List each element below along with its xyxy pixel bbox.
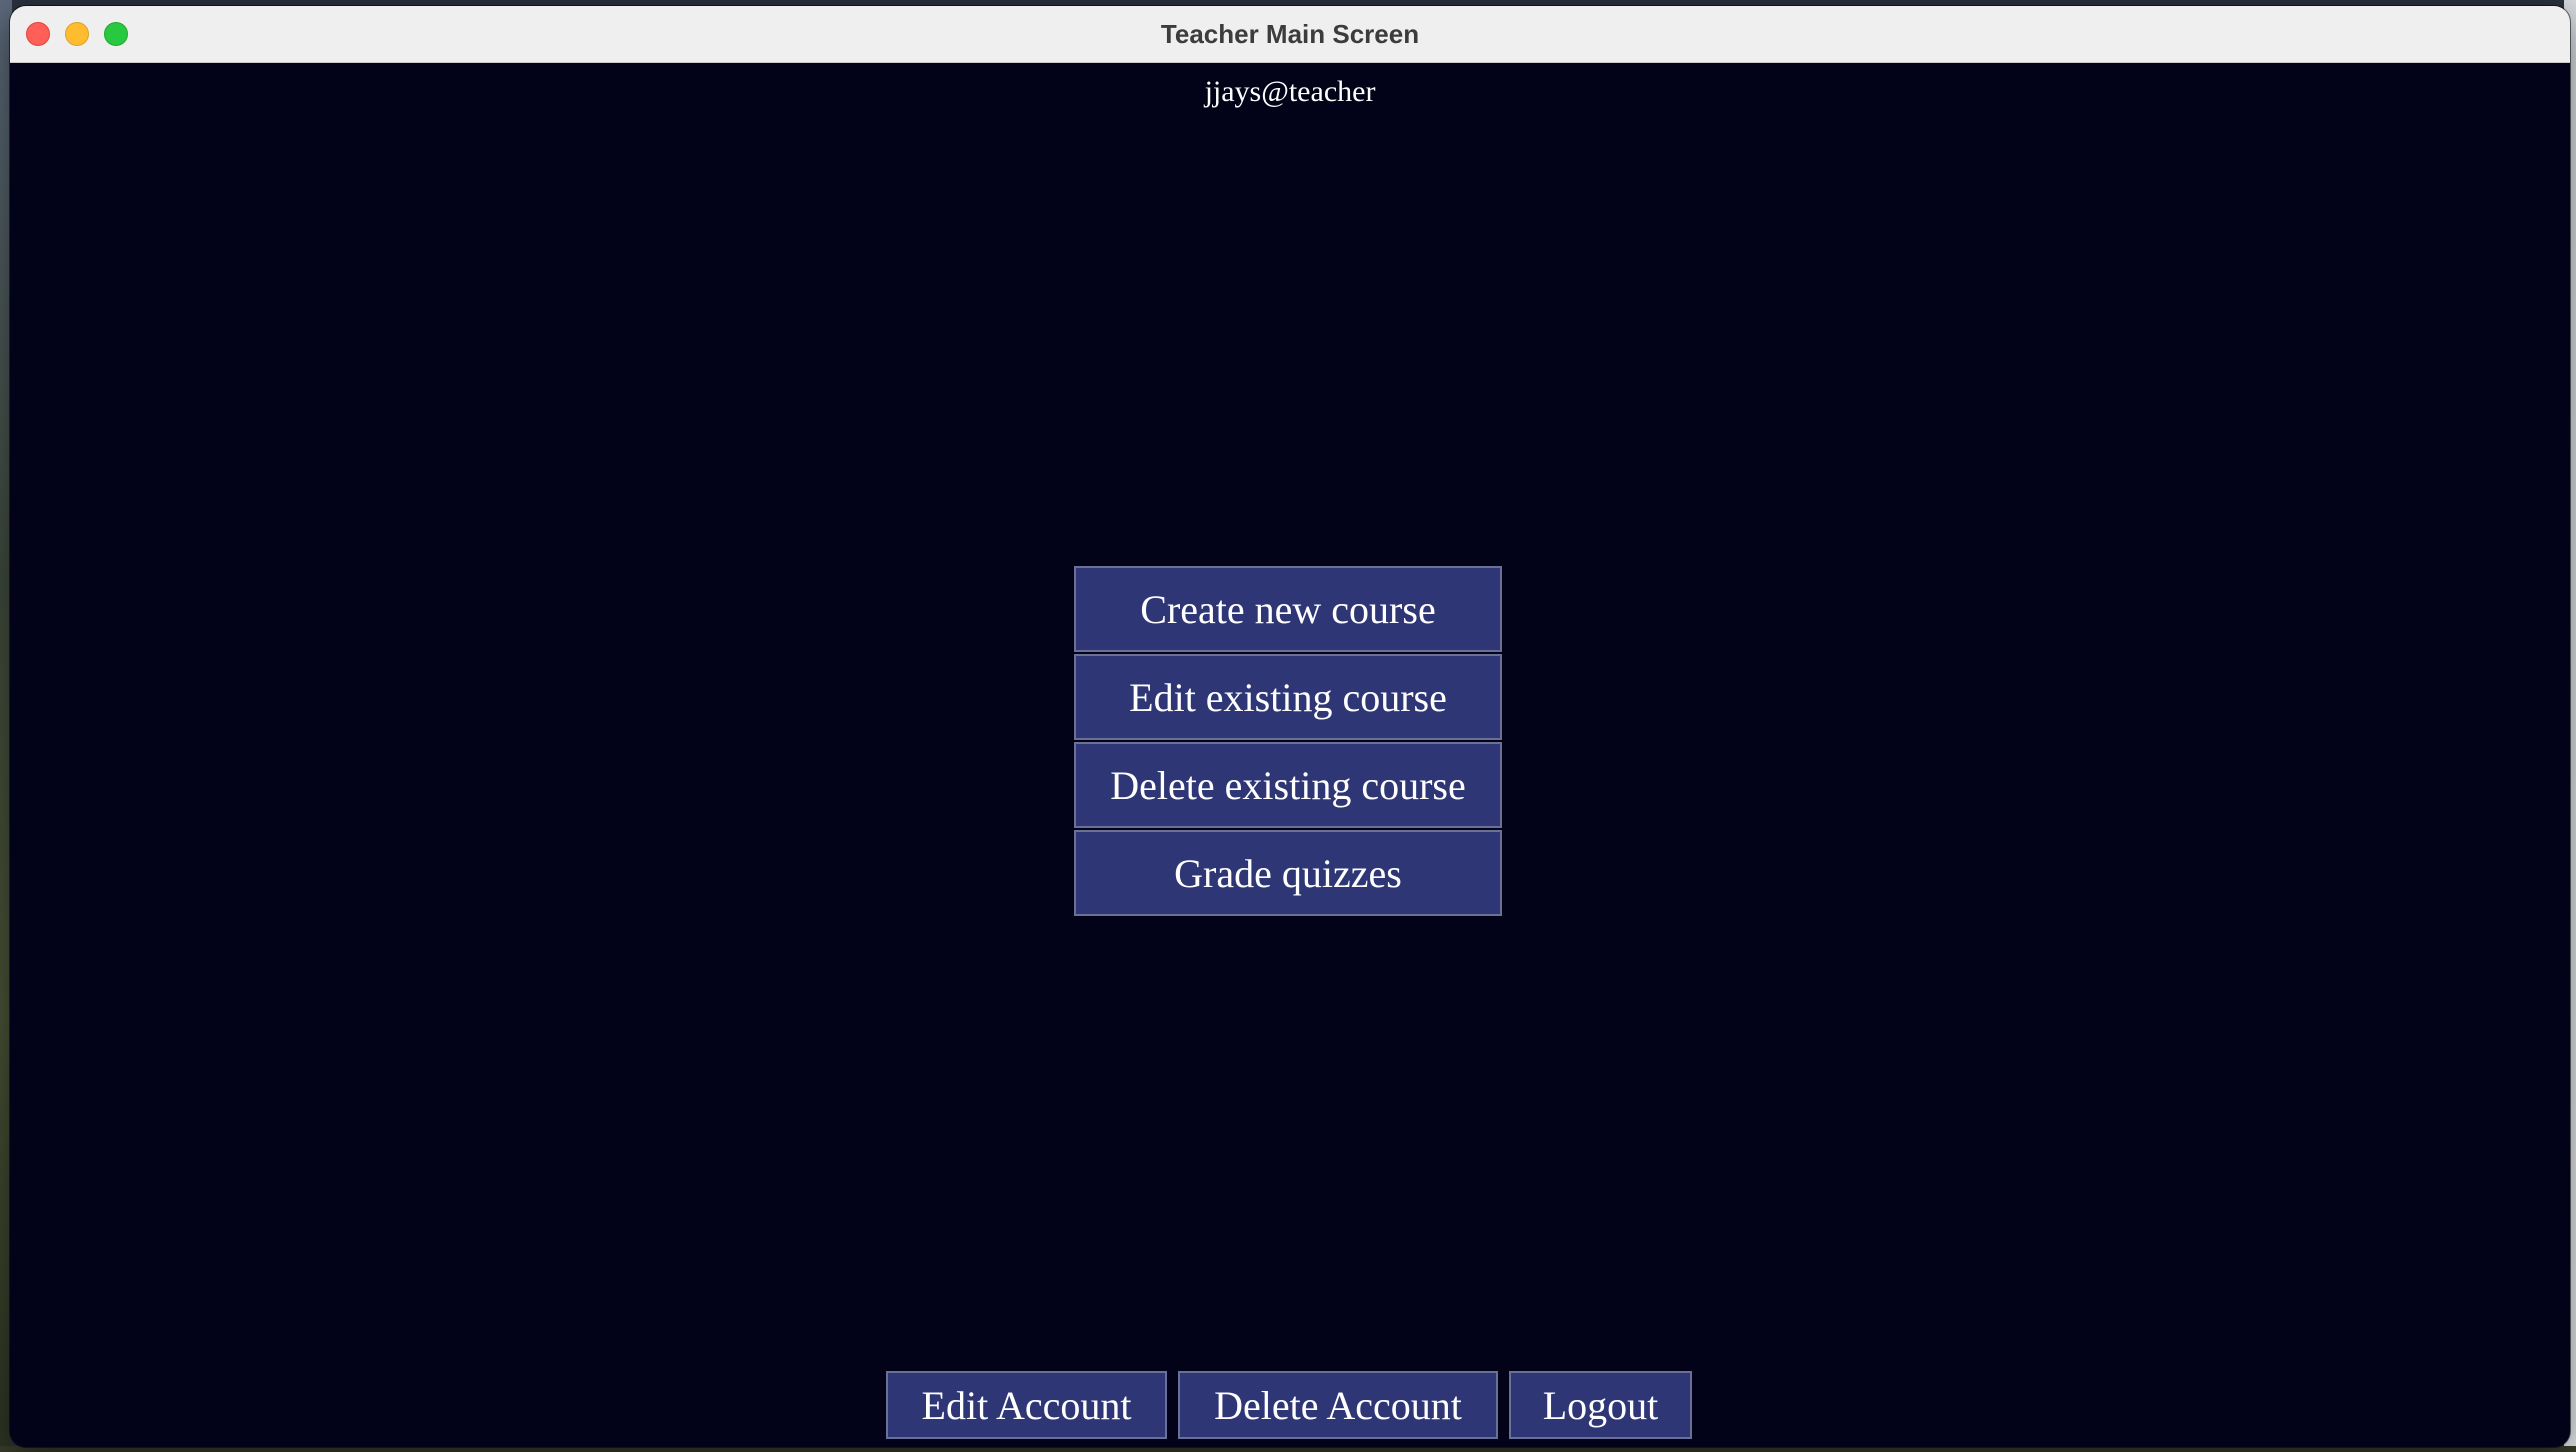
zoom-window-button[interactable] [104, 22, 128, 46]
account-actions-bar: Edit Account Delete Account Logout [10, 1371, 2570, 1439]
close-window-button[interactable] [26, 22, 50, 46]
edit-existing-course-button[interactable]: Edit existing course [1074, 654, 1502, 740]
title-bar: Teacher Main Screen [10, 6, 2570, 63]
minimize-window-button[interactable] [65, 22, 89, 46]
course-menu: Create new course Edit existing course D… [1074, 566, 1502, 918]
edit-account-button[interactable]: Edit Account [886, 1371, 1167, 1439]
delete-existing-course-button[interactable]: Delete existing course [1074, 742, 1502, 828]
username-label: jjays@teacher [1204, 75, 1376, 108]
create-new-course-button[interactable]: Create new course [1074, 566, 1502, 652]
main-content: jjays@teacher Create new course Edit exi… [10, 63, 2570, 1447]
app-window: Teacher Main Screen jjays@teacher Create… [10, 6, 2570, 1447]
logout-button[interactable]: Logout [1509, 1371, 1692, 1439]
delete-account-button[interactable]: Delete Account [1178, 1371, 1498, 1439]
grade-quizzes-button[interactable]: Grade quizzes [1074, 830, 1502, 916]
window-title: Teacher Main Screen [1160, 19, 1420, 49]
